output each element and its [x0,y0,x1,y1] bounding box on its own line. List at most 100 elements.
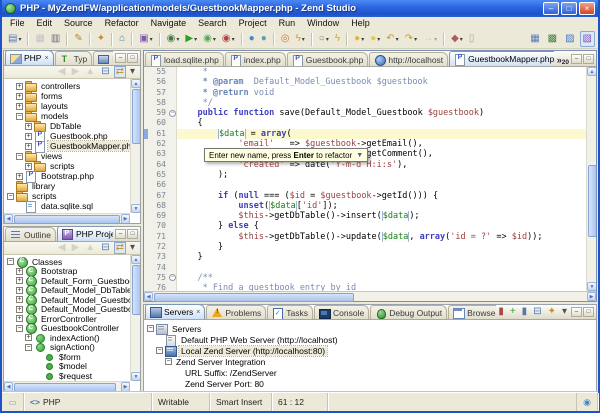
link-with-editor-button[interactable]: ⇄ [114,242,126,254]
explorer-horizontal-scrollbar[interactable]: ◀ ▶ [4,213,130,223]
new-php-file-button[interactable]: ✎ [71,31,85,47]
expand-icon[interactable]: + [16,306,23,313]
expand-icon[interactable]: + [25,334,32,341]
scrollbar-thumb[interactable] [132,265,141,315]
close-button[interactable]: × [579,2,595,15]
web-services-button[interactable]: ● [246,31,258,47]
expand-icon[interactable]: + [25,163,32,170]
servers-item-default-php-web-server-http-localhost[interactable]: Default PHP Web Server (http://localhost… [144,334,596,345]
explorer-item-scripts[interactable]: −scripts [4,191,130,201]
servers-tab-servers[interactable]: Servers× [145,304,205,319]
outline-item-request[interactable]: $request [4,371,130,381]
collapse-all-button[interactable]: ⊟ [99,66,111,78]
profile-button[interactable]: ◉▾ [200,31,219,47]
expand-icon[interactable]: + [16,93,23,100]
scroll-left-icon[interactable]: ◀ [4,214,13,223]
bulb-run-button[interactable]: ●▾ [351,31,367,47]
collapse-icon[interactable]: − [16,153,23,160]
scroll-right-icon[interactable]: ▶ [121,382,130,391]
expand-icon[interactable]: + [16,315,23,322]
insert-mode-cell[interactable]: Smart Insert [210,393,272,411]
php-perspective-button[interactable]: ▨ [562,31,577,47]
run-button[interactable]: ▶▾ [182,31,200,47]
explorer-item-views[interactable]: −views [4,151,130,161]
scroll-up-icon[interactable]: ▲ [587,67,596,76]
outline-item-default-form-guestbook[interactable]: +Default_Form_Guestbook [4,276,130,286]
refactor-key-button[interactable]: ✦ [94,31,108,47]
scroll-down-icon[interactable]: ▼ [131,372,140,381]
scrollbar-thumb[interactable] [588,165,597,237]
menu-source[interactable]: Source [58,17,99,30]
collapse-icon[interactable]: − [169,110,176,117]
expand-icon[interactable]: + [16,268,23,275]
view-menu-button[interactable]: ▾ [128,242,137,254]
explorer-item-controllers[interactable]: +controllers [4,81,130,91]
menu-file[interactable]: File [4,17,31,30]
editor-horizontal-scrollbar[interactable]: ◀ ▶ [144,291,596,301]
view-menu-button[interactable]: ▾ [560,306,569,318]
servers-tab-console[interactable]: Console [314,305,369,319]
explorer-item-layouts[interactable]: +layouts [4,101,130,111]
collapse-icon[interactable]: − [7,193,14,200]
menu-navigate[interactable]: Navigate [145,17,193,30]
servers-item-local-zend-server-http-localhost-80[interactable]: −Local Zend Server (http://localhost:80) [144,345,596,356]
editor-tab-http-localhost[interactable]: http://localhost [369,52,448,66]
new-project-button[interactable]: ▣▾ [136,31,155,47]
collapse-icon[interactable]: − [165,358,172,365]
scroll-up-icon[interactable]: ▲ [131,79,140,88]
php-debug-perspective-button[interactable]: ▧ [580,31,595,47]
maximize-view-button[interactable]: □ [127,53,138,63]
server-monitor-button[interactable]: ▮ [520,306,530,318]
open-perspective-button[interactable]: ▦ [527,31,542,47]
outline-vertical-scrollbar[interactable]: ▲ ▼ [130,255,140,381]
new-untitled-button[interactable]: ▯ [466,31,478,47]
php-profile-perspective-button[interactable]: ▩ [545,31,560,47]
outline-item-default-model-guestbookmap[interactable]: +Default_Model_GuestbookMap [4,305,130,315]
explorer-item-dbtable[interactable]: +DbTable [4,121,130,131]
collapse-icon[interactable]: − [156,347,163,354]
minimize-view-button[interactable]: – [571,307,582,317]
server-properties-button[interactable]: ✦ [546,306,558,318]
code-editor[interactable]: 55 *56 * @param Default_Model_Guestbook … [144,67,596,291]
menu-help[interactable]: Help [345,17,376,30]
minimize-view-button[interactable]: – [115,229,126,239]
scrollbar-thumb[interactable] [154,293,354,302]
servers-item-url-suffix-zendserver[interactable]: URL Suffix: /ZendServer [144,367,596,378]
editor-vertical-scrollbar[interactable]: ▲ ▼ [586,67,596,291]
fast-view-button[interactable]: ▭ [2,393,24,411]
servers-tab-browser-output[interactable]: Browser Output [448,305,496,319]
explorer-item-bootstrap-php[interactable]: +Bootstrap.php [4,171,130,181]
link-with-editor-button[interactable]: ⇄ [114,66,126,78]
close-icon[interactable]: × [196,309,200,316]
outline-tab-outline[interactable]: Outline [5,227,56,241]
editor-tab-guestbookmapper-php[interactable]: GuestbookMapper.php× [449,51,554,66]
new-wizard-button[interactable]: ▤▾ [5,31,24,47]
open-browser-button[interactable]: ◎ [278,31,293,47]
maximize-button[interactable]: □ [561,2,577,15]
collapse-all-button[interactable]: ⊟ [99,242,111,254]
maximize-view-button[interactable]: □ [127,229,138,239]
editor-tab-index-php[interactable]: index.php [225,52,286,66]
expand-icon[interactable]: + [25,143,32,150]
maximize-view-button[interactable]: □ [583,307,594,317]
collapse-icon[interactable]: − [169,274,176,281]
scroll-down-icon[interactable]: ▼ [131,204,140,213]
tab-overflow-button[interactable]: » 20 [557,55,569,66]
view-menu-button[interactable]: ▾ [128,66,137,78]
run-server-button[interactable]: ▮ [496,306,506,318]
print-button[interactable]: ▥ [48,31,63,47]
expand-icon[interactable]: + [16,277,23,284]
scrollbar-thumb[interactable] [14,215,120,224]
explorer-item-library[interactable]: library [4,181,130,191]
outline-item-signaction[interactable]: −signAction() [4,343,130,353]
notification-button[interactable]: ◉ [576,393,598,411]
minimize-view-button[interactable]: – [571,54,582,64]
minimize-view-button[interactable]: – [115,53,126,63]
collapse-icon[interactable]: − [16,113,23,120]
explorer-tab-rem[interactable]: Rem [93,51,113,65]
bulb-debug-button[interactable]: ●▾ [367,31,383,47]
close-icon[interactable]: × [44,55,48,62]
add-server-button[interactable]: + [508,306,518,318]
outline-item-indexaction[interactable]: +indexAction() [4,333,130,343]
outline-item-form[interactable]: $form [4,352,130,362]
